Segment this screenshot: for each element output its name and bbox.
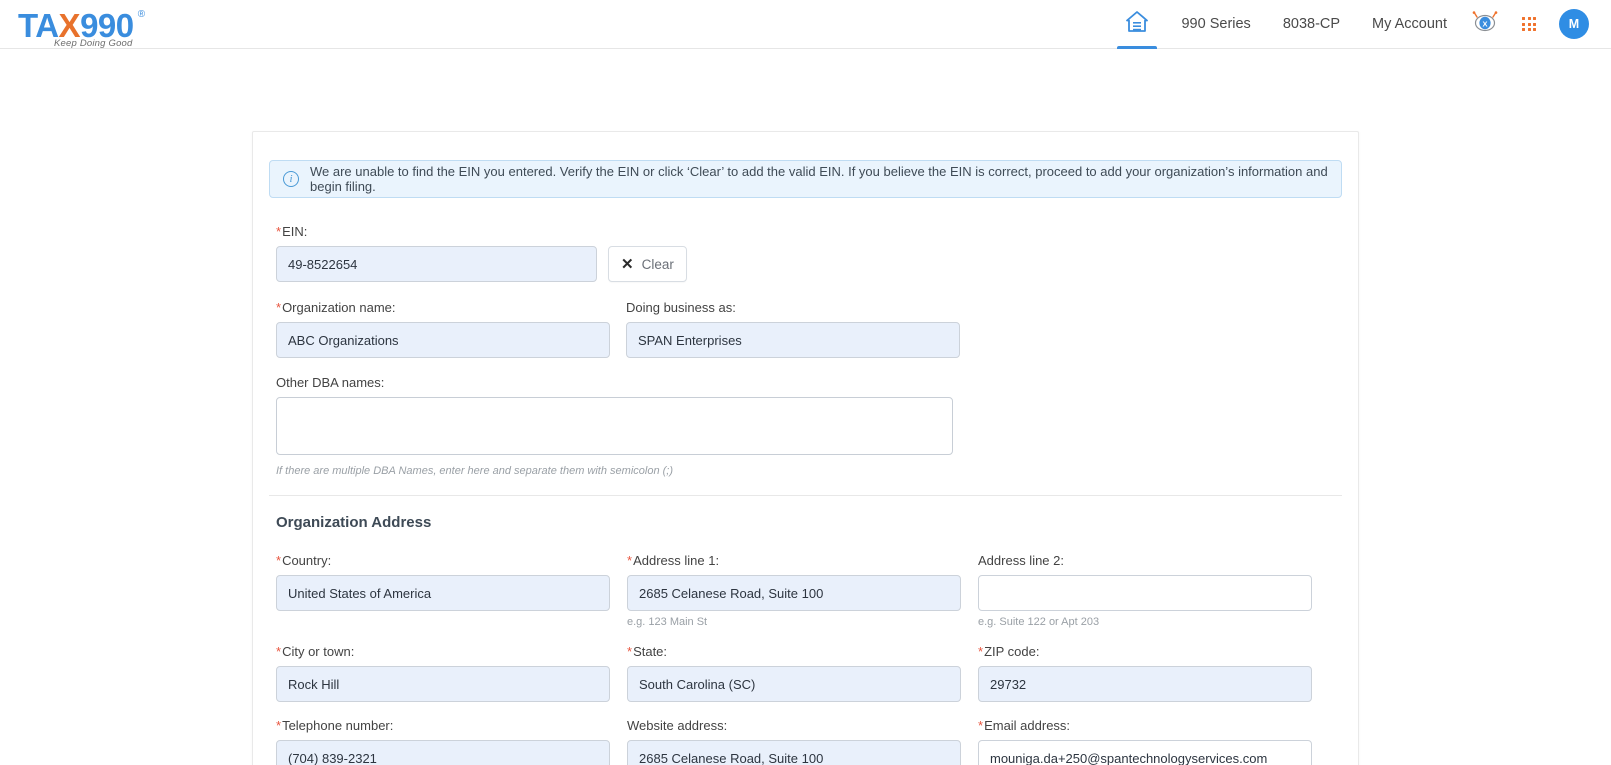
website-label: Website address: [627,718,728,733]
other-dba-names-textarea[interactable] [276,397,953,455]
required-marker: * [276,553,282,568]
organization-name-label: *Organization name: [276,300,610,315]
zip-code-label-text: ZIP code: [984,644,1040,659]
address-line-2-label: Address line 2: [978,553,1064,568]
required-marker: * [627,553,633,568]
city-label: *City or town: [276,644,610,659]
doing-business-as-group: Doing business as: [626,300,960,358]
organization-details-card: i We are unable to find the EIN you ente… [252,131,1359,765]
info-icon: i [283,171,299,187]
required-marker: * [627,644,633,659]
email-input[interactable] [978,740,1312,765]
required-marker: * [978,644,984,659]
ein-input-row: ✕ Clear [276,246,1342,282]
mascot-icon: X [1470,10,1500,39]
zip-code-label: *ZIP code: [978,644,1312,659]
apps-grid-button[interactable] [1507,0,1551,49]
support-mascot-button[interactable]: X [1463,0,1507,49]
zip-code-input[interactable] [978,666,1312,702]
nav-link-my-account[interactable]: My Account [1356,0,1463,49]
clear-ein-button[interactable]: ✕ Clear [608,246,687,282]
organization-name-input[interactable] [276,322,610,358]
email-label-text: Email address: [984,718,1071,733]
nav-link-990-series[interactable]: 990 Series [1165,0,1266,49]
state-input[interactable] [627,666,961,702]
nav-home-button[interactable] [1109,0,1165,49]
top-navigation-bar: TAX990 ® Keep Doing Good 990 Series 8038-… [0,0,1611,49]
home-icon [1124,9,1150,40]
section-divider [269,495,1342,496]
address-row-3: *Telephone number: Website address: *Ema… [276,718,1342,765]
website-input[interactable] [627,740,961,765]
logo-text-part1: TA [18,6,59,44]
close-x-icon: ✕ [621,255,634,273]
email-group: *Email address: [978,718,1312,765]
registered-trademark-icon: ® [137,8,145,20]
required-marker: * [978,718,984,733]
website-group: Website address: [627,718,961,765]
organization-address-title: Organization Address [276,514,432,531]
required-marker: * [276,300,282,315]
logo-tagline: Keep Doing Good [54,37,133,49]
user-avatar[interactable]: M [1559,9,1589,39]
other-dba-names-group: Other DBA names: If there are multiple D… [269,375,953,477]
state-label: *State: [627,644,961,659]
ein-label: *EIN: [276,224,1342,239]
address-line-1-label-text: Address line 1: [633,553,720,568]
country-group: *Country: [276,553,610,628]
organization-name-label-text: Organization name: [282,300,396,315]
city-input[interactable] [276,666,610,702]
telephone-label-text: Telephone number: [282,718,394,733]
country-label-text: Country: [282,553,332,568]
country-label: *Country: [276,553,610,568]
state-label-text: State: [633,644,668,659]
organization-address-section: Organization Address *Country: *Address … [269,514,1342,765]
clear-button-label: Clear [641,256,674,272]
svg-text:X: X [1482,19,1487,28]
address-line-1-input[interactable] [627,575,961,611]
city-label-text: City or town: [282,644,355,659]
ein-input[interactable] [276,246,597,282]
required-marker: * [276,224,282,239]
page-body: i We are unable to find the EIN you ente… [0,49,1611,765]
address-line-1-group: *Address line 1: e.g. 123 Main St [627,553,961,628]
other-dba-names-hint: If there are multiple DBA Names, enter h… [276,465,673,477]
address-line-2-group: Address line 2: e.g. Suite 122 or Apt 20… [978,553,1312,628]
address-row-2: *City or town: *State: *ZIP code: [276,644,1342,702]
zip-code-group: *ZIP code: [978,644,1312,702]
telephone-group: *Telephone number: [276,718,610,765]
nav-link-8038-cp[interactable]: 8038-CP [1267,0,1356,49]
state-group: *State: [627,644,961,702]
ein-not-found-alert: i We are unable to find the EIN you ente… [269,160,1342,198]
address-row-1: *Country: *Address line 1: e.g. 123 Main… [276,553,1342,628]
organization-name-row: *Organization name: Doing business as: [269,300,1342,358]
doing-business-as-input[interactable] [626,322,960,358]
doing-business-as-label: Doing business as: [626,300,736,315]
telephone-input[interactable] [276,740,610,765]
alert-message: We are unable to find the EIN you entere… [310,164,1328,194]
address-line-2-hint: e.g. Suite 122 or Apt 203 [978,616,1100,628]
ein-label-text: EIN: [282,224,308,239]
required-marker: * [276,644,282,659]
country-input[interactable] [276,575,610,611]
logo-tax990[interactable]: TAX990 ® Keep Doing Good [18,6,145,49]
ein-field-group: *EIN: ✕ Clear [269,224,1342,282]
main-navigation: 990 Series 8038-CP My Account X M [1109,0,1589,49]
organization-name-group: *Organization name: [276,300,610,358]
address-line-2-input[interactable] [978,575,1312,611]
address-line-1-label: *Address line 1: [627,553,961,568]
address-line-1-hint: e.g. 123 Main St [627,616,708,628]
city-group: *City or town: [276,644,610,702]
other-dba-names-label: Other DBA names: [276,375,385,390]
telephone-label: *Telephone number: [276,718,610,733]
email-label: *Email address: [978,718,1312,733]
grid-apps-icon [1522,17,1536,31]
required-marker: * [276,718,282,733]
